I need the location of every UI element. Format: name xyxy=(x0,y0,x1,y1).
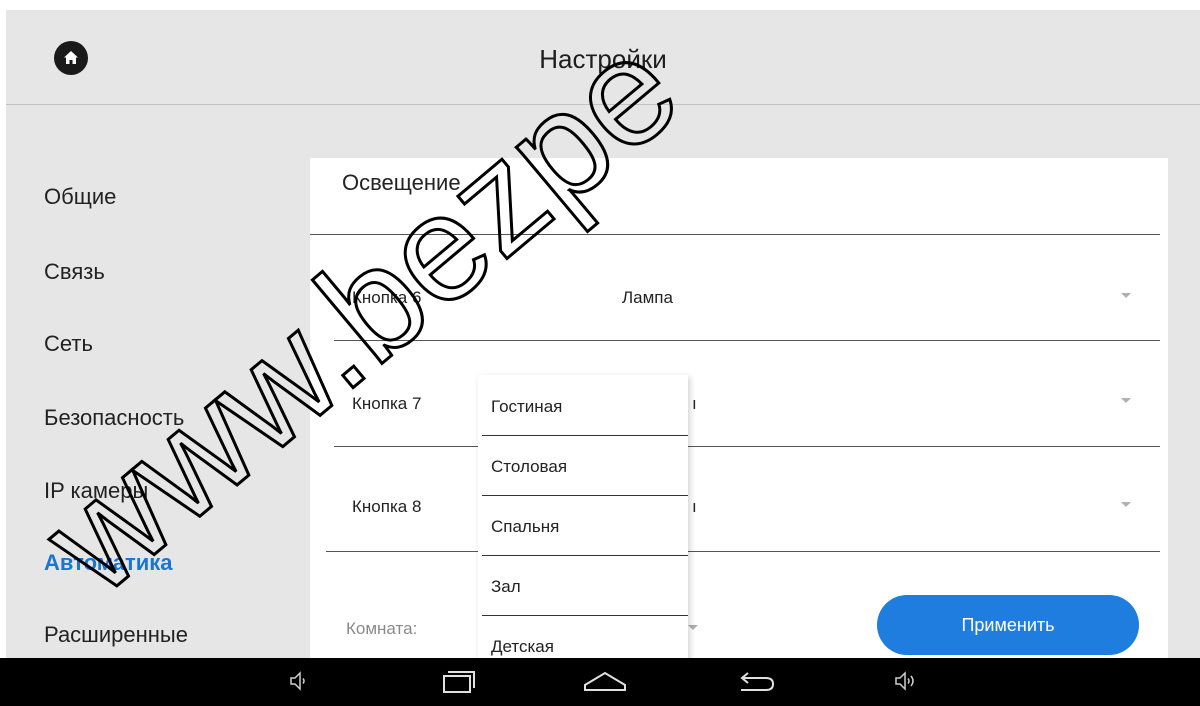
room-dropdown-list: Гостиная Столовая Спальня Зал Детская xyxy=(478,375,688,658)
row-value: ı xyxy=(692,497,697,516)
sidebar-item-general[interactable]: Общие xyxy=(44,184,116,210)
option-label: Спальня xyxy=(491,517,560,536)
divider xyxy=(326,551,1160,552)
volume-down-icon xyxy=(290,671,305,691)
home-nav-button[interactable] xyxy=(582,666,628,703)
page-title: Настройки xyxy=(539,44,667,74)
sidebar-item-security[interactable]: Безопасность xyxy=(44,405,184,431)
chevron-down-icon[interactable] xyxy=(1121,502,1131,507)
back-icon xyxy=(740,672,775,691)
dropdown-option-bedroom[interactable]: Спальня xyxy=(478,495,688,556)
divider xyxy=(334,340,1160,341)
back-button[interactable] xyxy=(733,666,777,703)
volume-up-button[interactable] xyxy=(890,666,922,701)
row-label: Кнопка 7 xyxy=(352,394,422,413)
apply-button[interactable]: Применить xyxy=(877,595,1139,655)
room-label: Комната: xyxy=(346,619,418,638)
volume-down-button[interactable] xyxy=(284,666,314,701)
option-label: Столовая xyxy=(491,457,568,476)
dropdown-option-living-room[interactable]: Гостиная xyxy=(478,375,688,436)
android-nav-bar xyxy=(0,658,1200,706)
sidebar-item-advanced[interactable]: Расширенные xyxy=(44,622,188,648)
row-label: Кнопка 6 xyxy=(352,288,422,307)
option-label: Гостиная xyxy=(491,397,563,416)
option-label: Зал xyxy=(491,577,521,596)
option-label: Детская xyxy=(491,637,554,656)
divider xyxy=(334,446,1160,447)
row-label: Кнопка 8 xyxy=(352,497,422,516)
row-value: ı xyxy=(692,394,697,413)
dropdown-option-nursery[interactable]: Детская xyxy=(478,615,688,658)
dropdown-option-dining-room[interactable]: Столовая xyxy=(478,435,688,496)
volume-up-icon xyxy=(895,671,914,691)
recent-apps-button[interactable] xyxy=(439,666,479,703)
sidebar-item-communication[interactable]: Связь xyxy=(44,259,105,285)
section-title: Освещение xyxy=(342,170,461,195)
sidebar-item-ip-cameras[interactable]: IP камеры xyxy=(44,478,148,504)
sidebar-item-network[interactable]: Сеть xyxy=(44,331,93,357)
dropdown-option-hall[interactable]: Зал xyxy=(478,555,688,616)
home-nav-icon xyxy=(584,671,626,691)
room-chevron-down-icon[interactable] xyxy=(688,625,698,630)
lighting-panel: Освещение Кнопка 6 Лампа Кнопка 7 ı Кноп… xyxy=(310,158,1168,658)
divider xyxy=(310,234,1160,235)
recent-apps-icon xyxy=(443,671,475,693)
chevron-down-icon[interactable] xyxy=(1121,398,1131,403)
row-value: Лампа xyxy=(622,288,673,307)
sidebar-item-automation[interactable]: Автоматика xyxy=(44,550,173,576)
settings-screen: Настройки Общие Связь Сеть Безопасность … xyxy=(6,10,1200,658)
chevron-down-icon[interactable] xyxy=(1121,293,1131,298)
header: Настройки xyxy=(6,10,1200,105)
